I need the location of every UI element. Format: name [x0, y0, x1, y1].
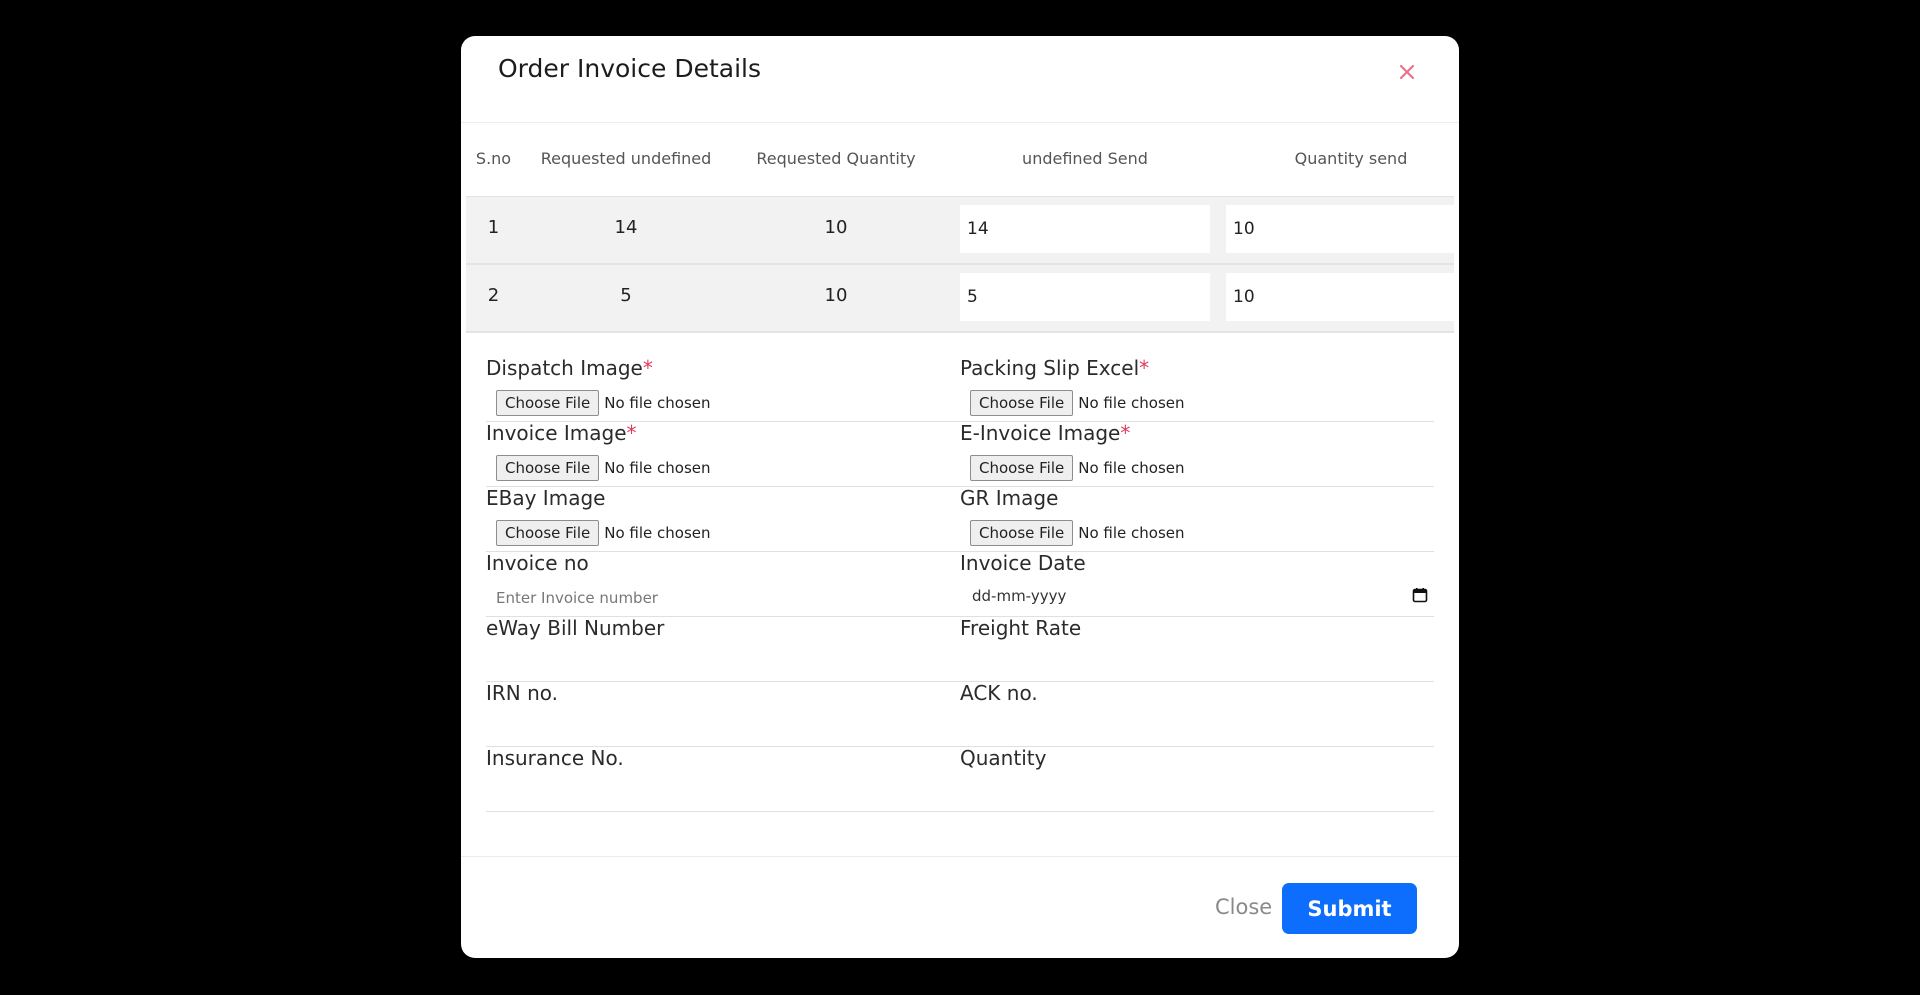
packing-slip-excel-file-input[interactable]: Choose File No file chosen — [970, 389, 1185, 417]
choose-file-button[interactable]: Choose File — [970, 455, 1074, 481]
quantity-field: Quantity — [960, 746, 1434, 812]
irn-no-label: IRN no. — [486, 681, 559, 705]
row-requested-undefined: 14 — [614, 217, 638, 238]
row-requested-undefined: 5 — [620, 285, 632, 306]
insurance-no-field: Insurance No. — [486, 746, 960, 812]
required-mark: * — [1139, 356, 1150, 380]
dispatch-image-file-input[interactable]: Choose File No file chosen — [496, 389, 711, 417]
header-requested-undefined: Requested undefined — [540, 149, 712, 168]
no-file-text: No file chosen — [1078, 459, 1185, 477]
choose-file-button[interactable]: Choose File — [496, 520, 600, 546]
insurance-no-label: Insurance No. — [486, 746, 624, 770]
order-invoice-modal: Order Invoice Details S.no Requested und… — [461, 36, 1459, 958]
invoice-no-field: Invoice no — [486, 551, 960, 617]
quantity-input[interactable] — [960, 779, 1430, 807]
row-requested-quantity: 10 — [824, 285, 848, 306]
invoice-date-input[interactable]: dd-mm-yyyy — [972, 587, 1066, 605]
calendar-icon[interactable] — [1412, 587, 1428, 603]
e-invoice-image-file-input[interactable]: Choose File No file chosen — [970, 454, 1185, 482]
freight-rate-label: Freight Rate — [960, 616, 1082, 640]
ebay-image-label: EBay Image — [486, 486, 606, 510]
table-row: 1 14 10 — [466, 197, 1459, 265]
dispatch-image-field: Dispatch Image* Choose File No file chos… — [486, 356, 960, 422]
row-sno: 2 — [487, 285, 500, 306]
freight-rate-field: Freight Rate — [960, 616, 1434, 682]
no-file-text: No file chosen — [604, 459, 711, 477]
header-requested-quantity: Requested Quantity — [756, 149, 916, 168]
invoice-image-file-input[interactable]: Choose File No file chosen — [496, 454, 711, 482]
submit-button[interactable]: Submit — [1282, 883, 1417, 934]
header-sno: S.no — [475, 149, 512, 168]
e-invoice-image-field: E-Invoice Image* Choose File No file cho… — [960, 421, 1434, 487]
packing-slip-excel-label: Packing Slip Excel* — [960, 356, 1150, 380]
gr-image-file-input[interactable]: Choose File No file chosen — [970, 519, 1185, 547]
ack-no-label: ACK no. — [960, 681, 1038, 705]
choose-file-button[interactable]: Choose File — [970, 390, 1074, 416]
insurance-no-input[interactable] — [486, 779, 956, 807]
freight-rate-input[interactable] — [960, 649, 1430, 677]
invoice-image-field: Invoice Image* Choose File No file chose… — [486, 421, 960, 487]
row-requested-quantity: 10 — [824, 217, 848, 238]
invoice-no-input[interactable] — [486, 584, 956, 612]
invoice-date-field: Invoice Date dd-mm-yyyy — [960, 551, 1434, 617]
no-file-text: No file chosen — [1078, 394, 1185, 412]
required-mark: * — [626, 421, 637, 445]
required-mark: * — [1120, 421, 1131, 445]
header-undefined-send: undefined Send — [1022, 149, 1148, 168]
close-icon[interactable] — [1393, 58, 1421, 86]
invoice-date-label: Invoice Date — [960, 551, 1086, 575]
eway-bill-number-field: eWay Bill Number — [486, 616, 960, 682]
table-row: 2 5 10 — [466, 265, 1459, 333]
irn-no-input[interactable] — [486, 714, 956, 742]
row-sno: 1 — [487, 217, 500, 238]
ebay-image-file-input[interactable]: Choose File No file chosen — [496, 519, 711, 547]
no-file-text: No file chosen — [604, 394, 711, 412]
invoice-no-label: Invoice no — [486, 551, 589, 575]
required-mark: * — [642, 356, 653, 380]
gr-image-field: GR Image Choose File No file chosen — [960, 486, 1434, 552]
quantity-send-input[interactable] — [1226, 273, 1459, 321]
choose-file-button[interactable]: Choose File — [970, 520, 1074, 546]
modal-footer: Close Submit — [461, 856, 1459, 958]
header-quantity-send: Quantity send — [1294, 149, 1408, 168]
undefined-send-input[interactable] — [960, 205, 1210, 253]
close-button[interactable]: Close — [1215, 895, 1272, 919]
invoice-image-label: Invoice Image* — [486, 421, 637, 445]
modal-title: Order Invoice Details — [498, 54, 761, 83]
ack-no-field: ACK no. — [960, 681, 1434, 747]
table-header: S.no Requested undefined Requested Quant… — [466, 123, 1454, 198]
ebay-image-field: EBay Image Choose File No file chosen — [486, 486, 960, 552]
ack-no-input[interactable] — [960, 714, 1430, 742]
eway-bill-number-label: eWay Bill Number — [486, 616, 665, 640]
packing-slip-excel-field: Packing Slip Excel* Choose File No file … — [960, 356, 1434, 422]
no-file-text: No file chosen — [1078, 524, 1185, 542]
choose-file-button[interactable]: Choose File — [496, 455, 600, 481]
quantity-send-input[interactable] — [1226, 205, 1459, 253]
choose-file-button[interactable]: Choose File — [496, 390, 600, 416]
no-file-text: No file chosen — [604, 524, 711, 542]
dispatch-image-label: Dispatch Image* — [486, 356, 653, 380]
irn-no-field: IRN no. — [486, 681, 960, 747]
e-invoice-image-label: E-Invoice Image* — [960, 421, 1131, 445]
undefined-send-input[interactable] — [960, 273, 1210, 321]
gr-image-label: GR Image — [960, 486, 1059, 510]
modal-header: Order Invoice Details — [461, 36, 1459, 123]
quantity-label: Quantity — [960, 746, 1047, 770]
eway-bill-number-input[interactable] — [486, 649, 956, 677]
